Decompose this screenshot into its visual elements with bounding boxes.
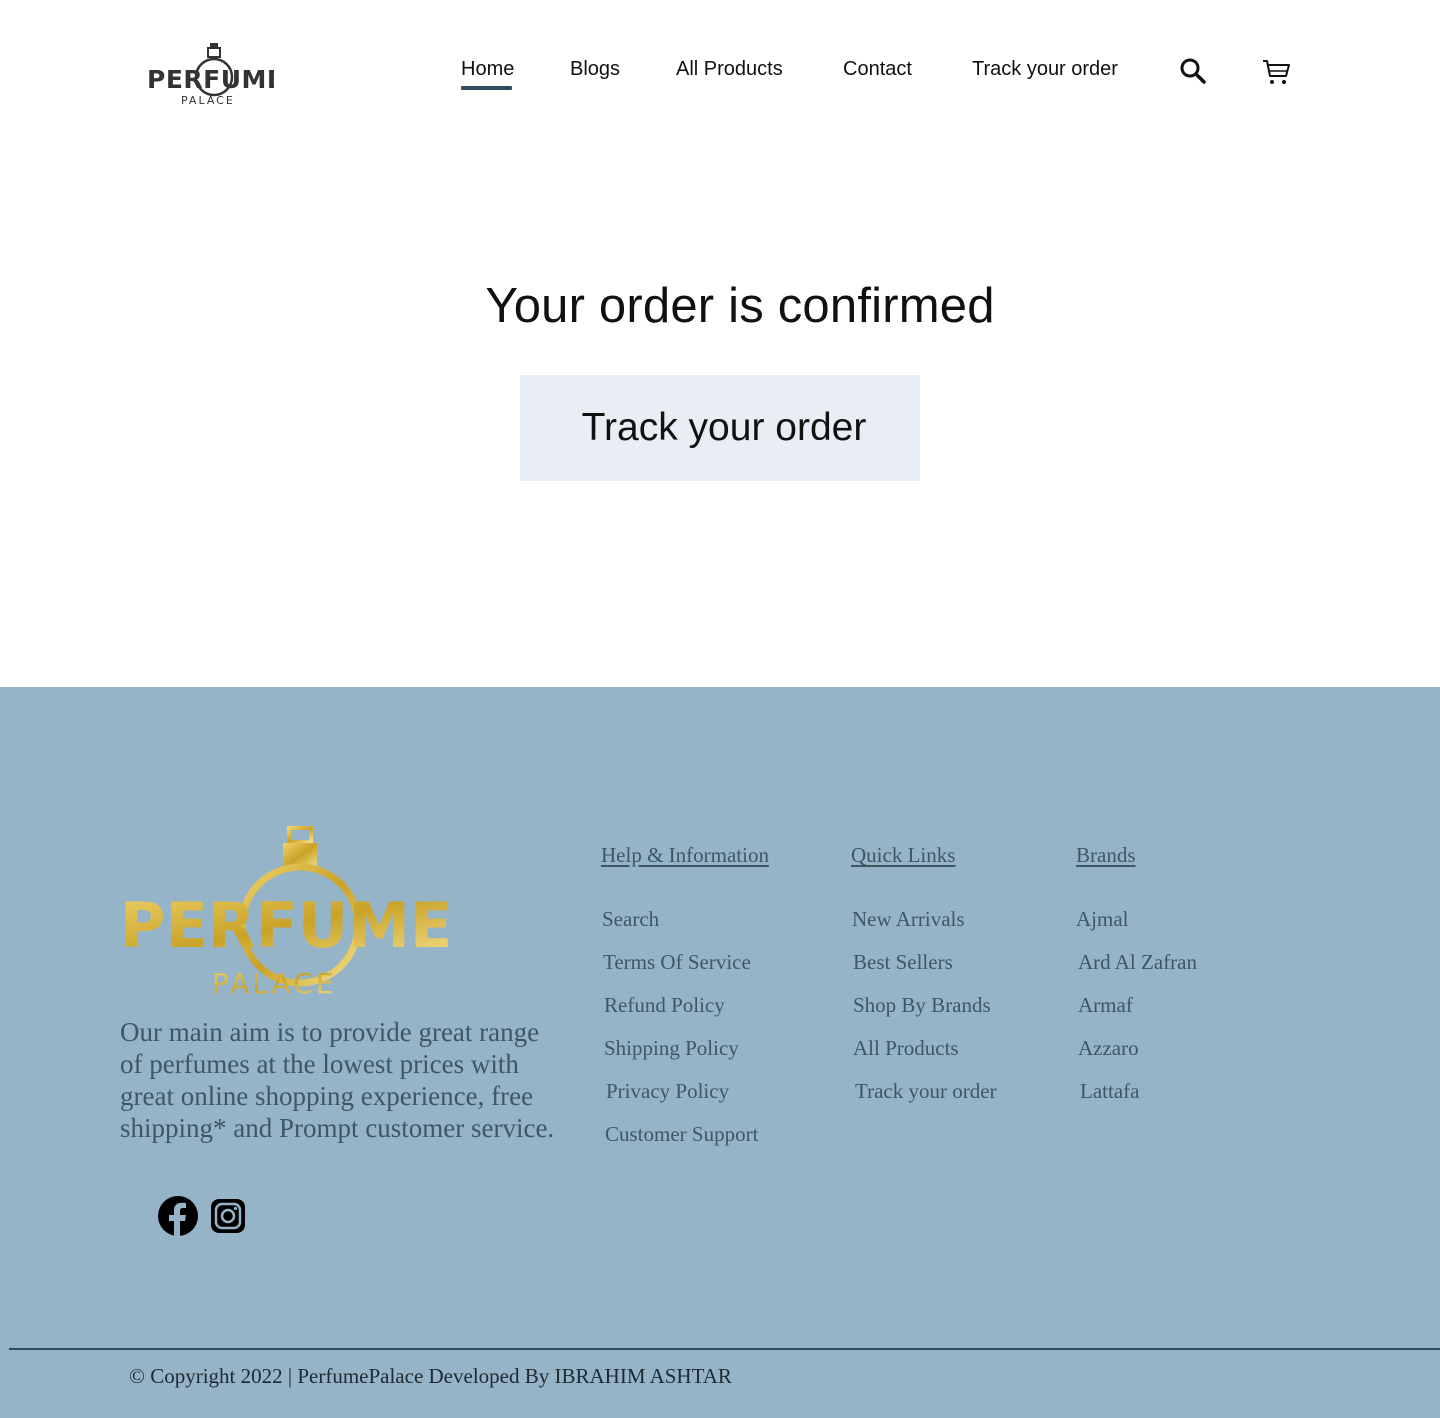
- footer-divider: [9, 1348, 1440, 1350]
- nav-all-products[interactable]: All Products: [676, 58, 783, 81]
- footer-logo: PERFUME PALACE: [118, 825, 458, 1001]
- footer-link-shipping[interactable]: Shipping Policy: [602, 1036, 758, 1079]
- quick-links-list: New Arrivals Best Sellers Shop By Brands…: [852, 907, 997, 1122]
- order-confirmed-title: Your order is confirmed: [485, 279, 995, 333]
- cart-button[interactable]: [1259, 55, 1293, 89]
- search-icon: [1180, 58, 1206, 84]
- facebook-icon: [158, 1196, 198, 1236]
- instagram-link[interactable]: [210, 1196, 246, 1236]
- footer-link-privacy[interactable]: Privacy Policy: [602, 1079, 758, 1122]
- svg-text:PALACE: PALACE: [212, 967, 336, 1000]
- social-links: [158, 1196, 246, 1236]
- main-nav: Home Blogs All Products Contact Track yo…: [0, 58, 1440, 98]
- footer-link-armaf[interactable]: Armaf: [1076, 993, 1197, 1036]
- instagram-icon: [211, 1199, 245, 1233]
- nav-blogs[interactable]: Blogs: [570, 58, 620, 81]
- footer-link-ajmal[interactable]: Ajmal: [1076, 907, 1197, 950]
- site-footer: PERFUME PALACE Our main aim is to provid…: [0, 687, 1440, 1418]
- help-information-list: Search Terms Of Service Refund Policy Sh…: [602, 907, 758, 1165]
- svg-text:PERFUME: PERFUME: [120, 889, 452, 962]
- footer-link-new-arrivals[interactable]: New Arrivals: [852, 907, 997, 950]
- footer-link-shop-by-brands[interactable]: Shop By Brands: [852, 993, 997, 1036]
- copyright-text: © Copyright 2022 | PerfumePalace Develop…: [129, 1364, 732, 1388]
- quick-links-heading[interactable]: Quick Links: [851, 843, 955, 868]
- footer-link-azzaro[interactable]: Azzaro: [1076, 1036, 1197, 1079]
- footer-link-all-products[interactable]: All Products: [852, 1036, 997, 1079]
- main-content: Your order is confirmed Track your order: [0, 140, 1440, 687]
- brands-list: Ajmal Ard Al Zafran Armaf Azzaro Lattafa: [1076, 907, 1197, 1122]
- track-order-button[interactable]: Track your order: [520, 375, 920, 481]
- nav-contact[interactable]: Contact: [843, 58, 912, 81]
- footer-link-lattafa[interactable]: Lattafa: [1076, 1079, 1197, 1122]
- help-information-heading[interactable]: Help & Information: [601, 843, 769, 868]
- search-button[interactable]: [1176, 54, 1210, 88]
- nav-track-order[interactable]: Track your order: [972, 58, 1118, 81]
- perfume-palace-gold-logo: PERFUME PALACE: [120, 826, 452, 1000]
- footer-link-refund[interactable]: Refund Policy: [602, 993, 758, 1036]
- site-header: PERFUME PALACE Home Blogs All Products C…: [0, 0, 1440, 140]
- brands-heading[interactable]: Brands: [1076, 843, 1136, 868]
- footer-link-search[interactable]: Search: [602, 907, 758, 950]
- footer-link-ard-al-zafran[interactable]: Ard Al Zafran: [1076, 950, 1197, 993]
- nav-home[interactable]: Home: [461, 58, 514, 90]
- footer-link-support[interactable]: Customer Support: [602, 1122, 758, 1165]
- about-text: Our main aim is to provide great range o…: [120, 1017, 555, 1143]
- cart-icon: [1263, 60, 1290, 84]
- footer-link-track-order[interactable]: Track your order: [852, 1079, 997, 1122]
- footer-link-terms[interactable]: Terms Of Service: [602, 950, 758, 993]
- footer-link-best-sellers[interactable]: Best Sellers: [852, 950, 997, 993]
- facebook-link[interactable]: [158, 1196, 198, 1236]
